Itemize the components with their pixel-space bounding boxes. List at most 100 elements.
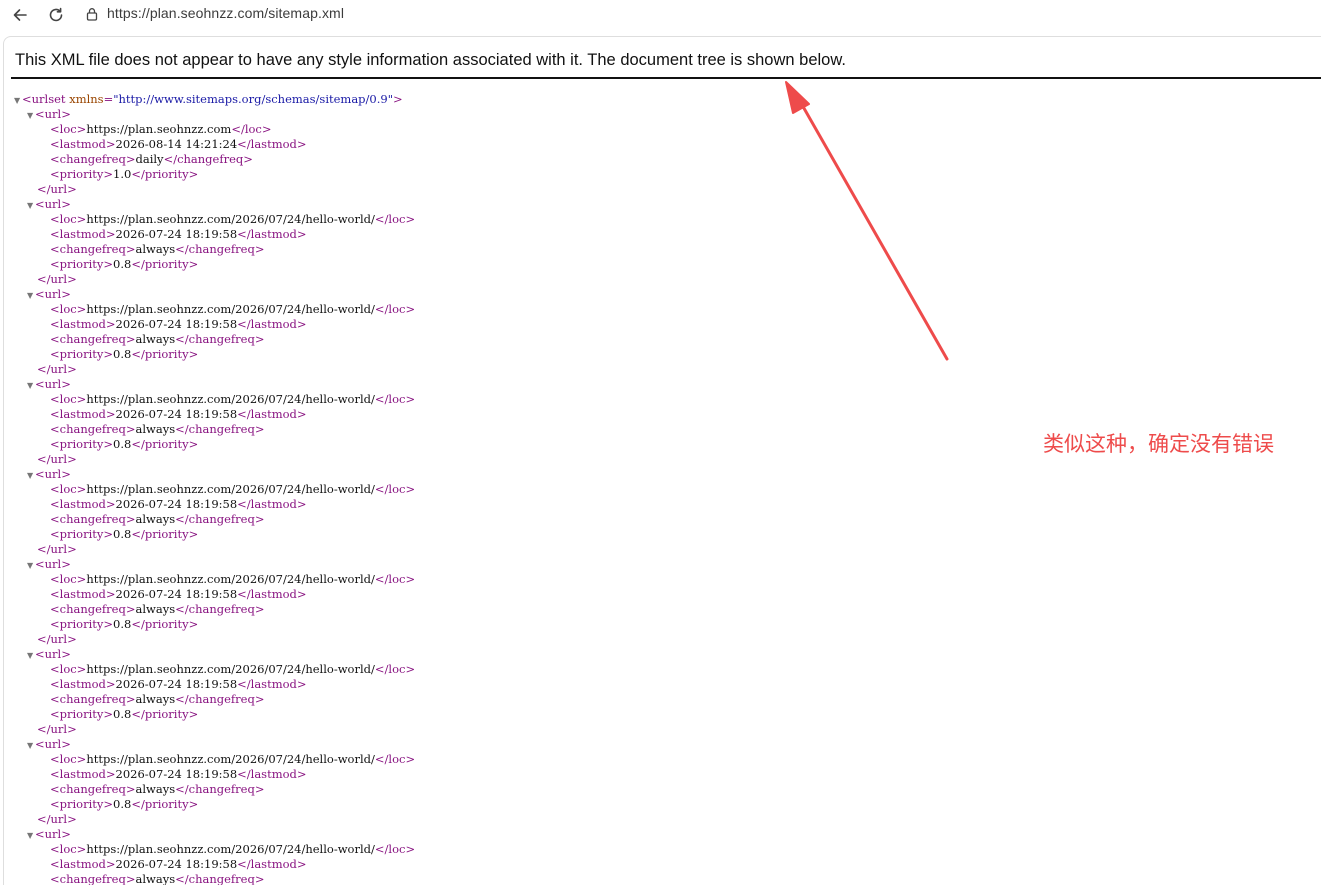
xml-style-info-message: This XML file does not appear to have an…	[15, 51, 846, 69]
priority-close-tag: </priority>	[131, 347, 199, 361]
lastmod-close-tag: </lastmod>	[237, 497, 307, 511]
priority-close-tag: </priority>	[131, 257, 199, 271]
changefreq-close-tag: </changefreq>	[163, 152, 253, 166]
loc-line: <loc>https://plan.seohnzz.com/2026/07/24…	[50, 302, 415, 317]
priority-open-tag: <priority>	[50, 797, 114, 811]
changefreq-line: <changefreq>always</changefreq>	[50, 242, 264, 257]
priority-close-tag: </priority>	[131, 617, 199, 631]
loc-open-tag: <loc>	[50, 482, 87, 496]
url-open-line: ▼ <url>	[27, 827, 71, 842]
loc-close-tag: </loc>	[374, 212, 416, 226]
url-open-tag: <url>	[35, 557, 71, 571]
priority-value: 0.8	[113, 617, 132, 631]
priority-value: 0.8	[113, 707, 132, 721]
url-open-tag: <url>	[35, 647, 71, 661]
collapse-triangle-icon[interactable]: ▼	[27, 652, 35, 660]
lastmod-value: 2026-07-24 18:19:58	[115, 317, 238, 331]
changefreq-line: <changefreq>always</changefreq>	[50, 512, 264, 527]
annotation-note: 类似这种，确定没有错误	[1043, 432, 1274, 456]
lastmod-close-tag: </lastmod>	[237, 317, 307, 331]
loc-open-tag: <loc>	[50, 392, 87, 406]
lastmod-close-tag: </lastmod>	[237, 857, 307, 871]
loc-line: <loc>https://plan.seohnzz.com/2026/07/24…	[50, 842, 415, 857]
url-open-line: ▼ <url>	[27, 377, 71, 392]
changefreq-open-tag: <changefreq>	[50, 512, 136, 526]
priority-value: 0.8	[113, 797, 132, 811]
collapse-triangle-icon[interactable]: ▼	[27, 112, 35, 120]
url-open-line: ▼ <url>	[27, 197, 71, 212]
reload-icon[interactable]	[44, 3, 68, 27]
loc-close-tag: </loc>	[374, 572, 416, 586]
address-bar-url[interactable]: https://plan.seohnzz.com/sitemap.xml	[107, 5, 344, 21]
changefreq-value: always	[135, 782, 176, 796]
loc-line: <loc>https://plan.seohnzz.com/2026/07/24…	[50, 572, 415, 587]
loc-value: https://plan.seohnzz.com	[86, 122, 232, 136]
lastmod-close-tag: </lastmod>	[237, 137, 307, 151]
loc-open-tag: <loc>	[50, 212, 87, 226]
loc-open-tag: <loc>	[50, 662, 87, 676]
lastmod-close-tag: </lastmod>	[237, 227, 307, 241]
collapse-triangle-icon[interactable]: ▼	[27, 202, 35, 210]
loc-close-tag: </loc>	[374, 662, 416, 676]
back-arrow-icon[interactable]	[8, 3, 32, 27]
priority-line: <priority>0.8</priority>	[50, 347, 198, 362]
collapse-triangle-icon[interactable]: ▼	[27, 382, 35, 390]
lastmod-open-tag: <lastmod>	[50, 227, 116, 241]
changefreq-line: <changefreq>always</changefreq>	[50, 422, 264, 437]
changefreq-value: always	[135, 422, 176, 436]
collapse-triangle-icon[interactable]: ▼	[27, 742, 35, 750]
changefreq-value: always	[135, 872, 176, 885]
collapse-triangle-icon[interactable]: ▼	[27, 832, 35, 840]
url-close-tag: </url>	[37, 272, 77, 286]
loc-close-tag: </loc>	[231, 122, 272, 136]
changefreq-value: always	[135, 692, 176, 706]
changefreq-value: always	[135, 332, 176, 346]
url-open-tag: <url>	[35, 377, 71, 391]
lastmod-line: <lastmod>2026-07-24 18:19:58</lastmod>	[50, 407, 307, 422]
changefreq-close-tag: </changefreq>	[175, 602, 265, 616]
loc-line: <loc>https://plan.seohnzz.com/2026/07/24…	[50, 752, 415, 767]
collapse-triangle-icon[interactable]: ▼	[27, 292, 35, 300]
lastmod-open-tag: <lastmod>	[50, 497, 116, 511]
loc-value: https://plan.seohnzz.com/2026/07/24/hell…	[86, 842, 375, 856]
loc-close-tag: </loc>	[374, 752, 416, 766]
priority-value: 0.8	[113, 437, 132, 451]
url-close-tag: </url>	[37, 632, 77, 646]
lastmod-value: 2026-07-24 18:19:58	[115, 677, 238, 691]
loc-value: https://plan.seohnzz.com/2026/07/24/hell…	[86, 212, 375, 226]
changefreq-close-tag: </changefreq>	[175, 332, 265, 346]
url-open-line: ▼ <url>	[27, 467, 71, 482]
changefreq-close-tag: </changefreq>	[175, 692, 265, 706]
url-open-line: ▼ <url>	[27, 107, 71, 122]
url-open-line: ▼ <url>	[27, 737, 71, 752]
priority-value: 1.0	[113, 167, 132, 181]
changefreq-open-tag: <changefreq>	[50, 332, 136, 346]
priority-close-tag: </priority>	[131, 167, 199, 181]
changefreq-open-tag: <changefreq>	[50, 692, 136, 706]
loc-close-tag: </loc>	[374, 482, 416, 496]
priority-open-tag: <priority>	[50, 707, 114, 721]
collapse-triangle-icon[interactable]: ▼	[14, 97, 22, 105]
loc-line: <loc>https://plan.seohnzz.com/2026/07/24…	[50, 212, 415, 227]
priority-line: <priority>0.8</priority>	[50, 707, 198, 722]
loc-close-tag: </loc>	[374, 302, 416, 316]
lastmod-value: 2026-07-24 18:19:58	[115, 767, 238, 781]
collapse-triangle-icon[interactable]: ▼	[27, 472, 35, 480]
priority-value: 0.8	[113, 527, 132, 541]
changefreq-open-tag: <changefreq>	[50, 152, 136, 166]
lastmod-close-tag: </lastmod>	[237, 407, 307, 421]
lastmod-value: 2026-07-24 18:19:58	[115, 587, 238, 601]
collapse-triangle-icon[interactable]: ▼	[27, 562, 35, 570]
url-close-line: </url>	[37, 362, 77, 377]
changefreq-open-tag: <changefreq>	[50, 602, 136, 616]
xmlns-attr-name: xmlns	[69, 92, 104, 106]
lastmod-open-tag: <lastmod>	[50, 857, 116, 871]
site-info-icon[interactable]	[84, 6, 100, 22]
priority-open-tag: <priority>	[50, 617, 114, 631]
priority-line: <priority>0.8</priority>	[50, 437, 198, 452]
changefreq-value: always	[135, 512, 176, 526]
url-open-tag: <url>	[35, 107, 71, 121]
priority-open-tag: <priority>	[50, 167, 114, 181]
lastmod-line: <lastmod>2026-07-24 18:19:58</lastmod>	[50, 677, 307, 692]
url-close-line: </url>	[37, 812, 77, 827]
